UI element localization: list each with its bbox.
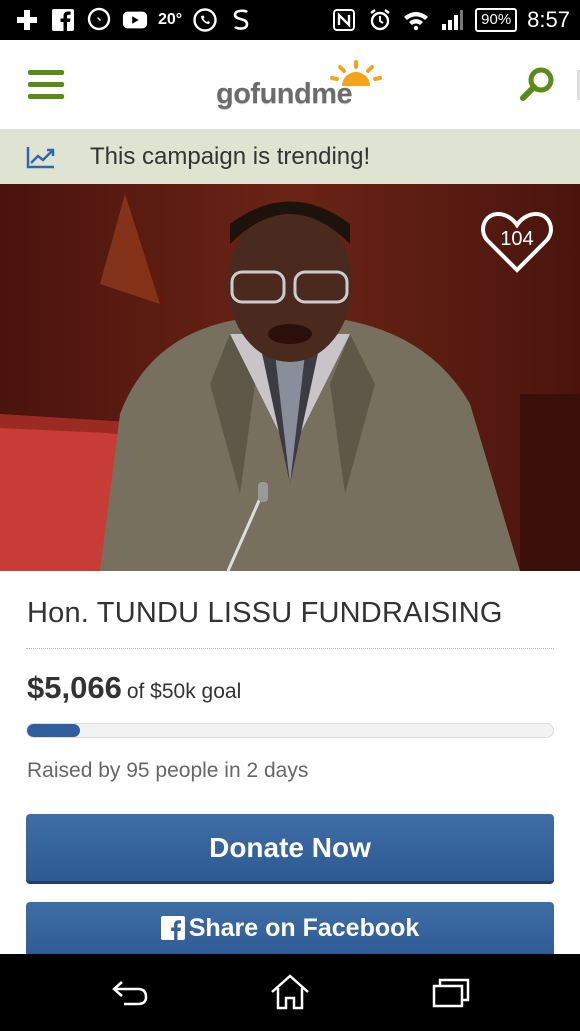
progress-fill <box>27 724 81 737</box>
donate-button[interactable]: Donate Now <box>26 814 554 884</box>
campaign-title: Hon. TUNDU LISSU FUNDRAISING <box>27 597 503 629</box>
youtube-icon <box>122 7 148 33</box>
donate-button-label: Donate Now <box>209 831 371 863</box>
title-divider <box>26 648 554 649</box>
hamburger-icon[interactable] <box>28 70 64 100</box>
status-bar: 20° 90% 8:57 <box>0 0 580 40</box>
plus-icon <box>14 7 40 33</box>
campaign-photo[interactable]: 104 <box>0 184 580 571</box>
whatsapp-icon <box>192 7 218 33</box>
raised-amount: $5,066 <box>27 670 122 705</box>
trending-banner: This campaign is trending! <box>0 130 580 184</box>
status-bar-right: 90% 8:57 <box>331 7 570 33</box>
raised-summary: $5,066 of $50k goal <box>27 670 241 706</box>
messenger-icon <box>86 7 112 33</box>
clock: 8:57 <box>527 7 570 32</box>
facebook-icon <box>160 916 185 940</box>
signal-icon <box>439 7 465 33</box>
screen: 20° 90% 8:57 gofundme This campaign is t… <box>0 0 580 1031</box>
s-icon <box>228 7 254 33</box>
trending-text: This campaign is trending! <box>90 143 371 170</box>
battery-indicator: 90% <box>475 8 518 32</box>
logo-text: gofundme <box>216 78 353 111</box>
system-nav-bar <box>0 954 580 1031</box>
logo-text-me: me <box>311 78 353 110</box>
facebook-icon <box>50 7 76 33</box>
back-icon[interactable] <box>108 972 152 1012</box>
home-icon[interactable] <box>268 972 312 1012</box>
like-count: 104 <box>500 228 534 250</box>
progress-bar <box>26 723 554 738</box>
trending-chart-icon <box>26 147 55 169</box>
share-facebook-label: Share on Facebook <box>188 914 420 942</box>
wifi-icon <box>403 7 429 33</box>
logo-text-gofund: gofund <box>216 78 312 110</box>
temperature: 20° <box>158 11 183 28</box>
like-button[interactable]: 104 <box>480 210 554 274</box>
alarm-icon <box>367 7 393 33</box>
app-header: gofundme <box>0 40 580 130</box>
gofundme-logo[interactable]: gofundme <box>216 60 396 116</box>
share-facebook-button[interactable]: Share on Facebook <box>26 902 554 962</box>
nfc-icon <box>331 7 357 33</box>
recent-apps-icon[interactable] <box>428 972 472 1012</box>
search-icon[interactable] <box>518 64 558 104</box>
raised-by-text: Raised by 95 people in 2 days <box>27 759 309 782</box>
status-bar-left: 20° <box>14 7 254 33</box>
goal-text: of $50k goal <box>126 680 242 703</box>
